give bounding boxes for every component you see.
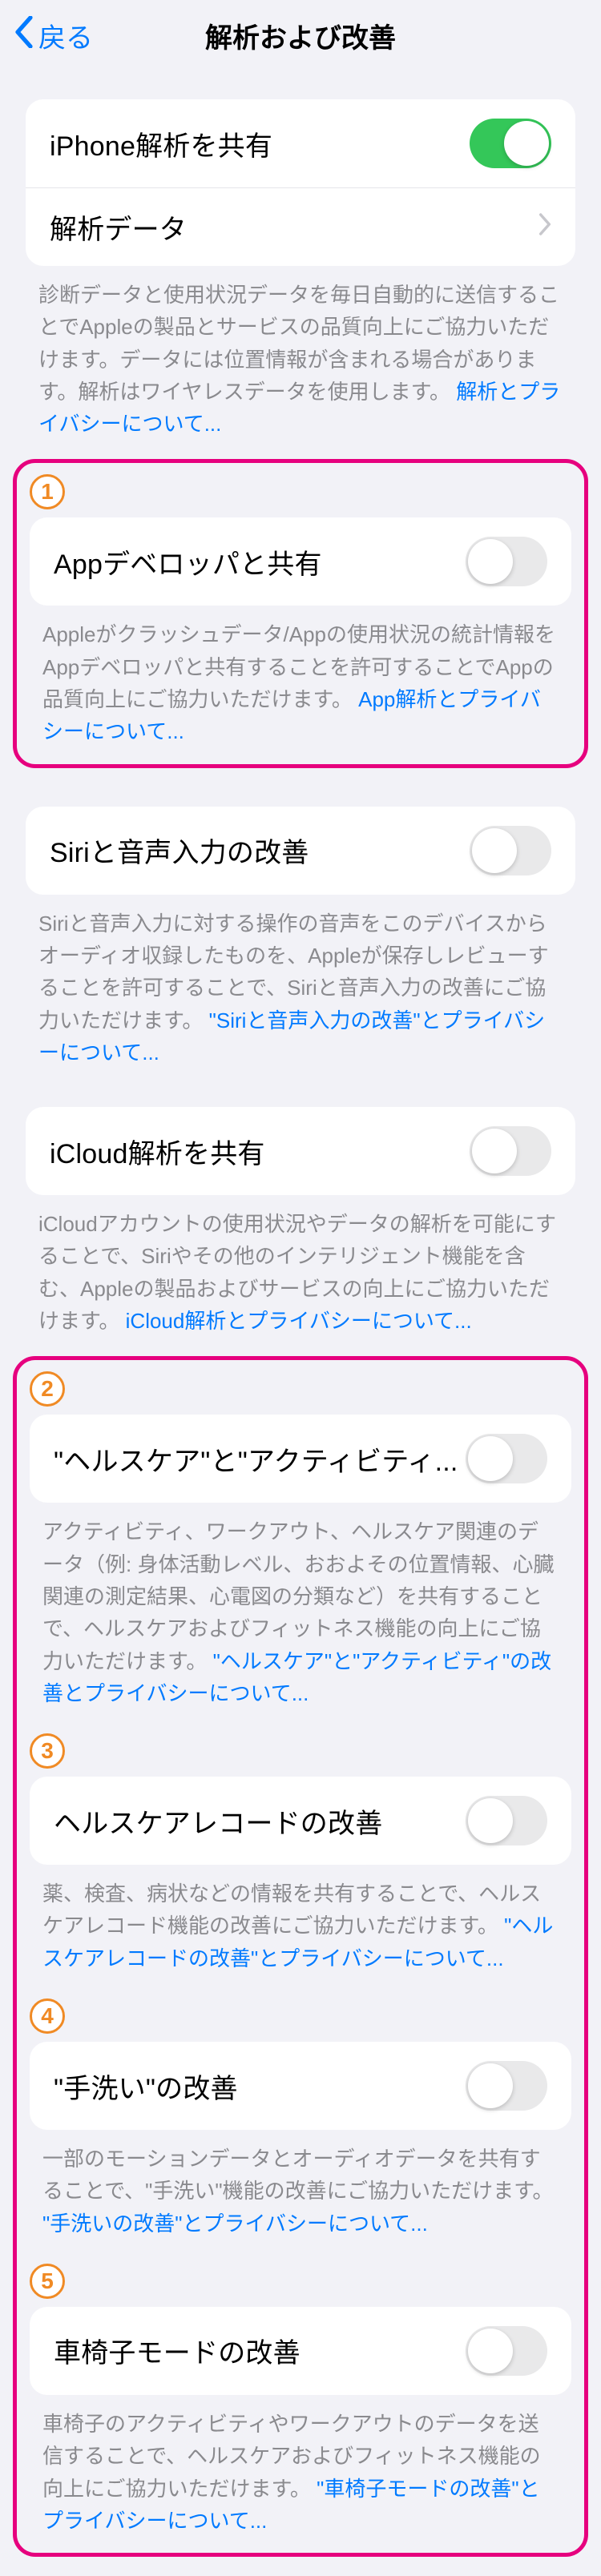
- row-icloud[interactable]: iCloud解析を共有: [26, 1107, 575, 1195]
- callout-badge: 4: [30, 1998, 65, 2034]
- link-handwash-privacy[interactable]: "手洗いの改善"とプライバシーについて...: [42, 2212, 428, 2236]
- group-handwashing: "手洗い"の改善: [30, 2042, 571, 2130]
- footer-text: 一部のモーションデータとオーディオデータを共有することで、"手洗い"機能の改善に…: [42, 2147, 554, 2203]
- callout-2-5: 2 "ヘルスケア"と"アクティビティ... アクティビティ、ワークアウト、ヘルス…: [13, 1356, 588, 2557]
- back-button[interactable]: 戻る: [0, 16, 93, 55]
- row-siri[interactable]: Siriと音声入力の改善: [26, 807, 575, 895]
- toggle-icloud[interactable]: [470, 1126, 551, 1176]
- toggle-app-developer[interactable]: [466, 537, 547, 586]
- row-label: iPhone解析を共有: [50, 124, 470, 163]
- callout-badge: 2: [30, 1371, 65, 1407]
- row-label: 車椅子モードの改善: [54, 2331, 466, 2370]
- callout-1: 1 Appデベロッパと共有 Appleがクラッシュデータ/Appの使用状況の統計…: [13, 459, 588, 767]
- row-handwashing[interactable]: "手洗い"の改善: [30, 2042, 571, 2130]
- group-health-activity: "ヘルスケア"と"アクティビティ...: [30, 1415, 571, 1503]
- row-label: 解析データ: [50, 207, 538, 247]
- row-wheelchair[interactable]: 車椅子モードの改善: [30, 2307, 571, 2395]
- group-wheelchair: 車椅子モードの改善: [30, 2307, 571, 2395]
- row-label: "手洗い"の改善: [54, 2067, 466, 2106]
- group-siri: Siriと音声入力の改善: [26, 807, 575, 895]
- footer-share-iphone: 診断データと使用状況データを毎日自動的に送信することでAppleの製品とサービス…: [0, 266, 601, 440]
- row-label: "ヘルスケア"と"アクティビティ...: [54, 1439, 466, 1479]
- back-label: 戻る: [38, 16, 93, 55]
- callout-badge: 1: [30, 474, 65, 509]
- footer-handwashing: 一部のモーションデータとオーディオデータを共有することで、"手洗い"機能の改善に…: [17, 2130, 584, 2240]
- link-icloud-privacy[interactable]: iCloud解析とプライバシーについて...: [126, 1309, 472, 1333]
- callout-badge: 3: [30, 1733, 65, 1769]
- footer-health-activity: アクティビティ、ワークアウト、ヘルスケア関連のデータ（例: 身体活動レベル、おお…: [17, 1503, 584, 1709]
- group-share-iphone: iPhone解析を共有 解析データ: [26, 99, 575, 266]
- row-health-records[interactable]: ヘルスケアレコードの改善: [30, 1777, 571, 1865]
- toggle-siri[interactable]: [470, 826, 551, 875]
- row-label: Siriと音声入力の改善: [50, 831, 470, 870]
- group-icloud: iCloud解析を共有: [26, 1107, 575, 1195]
- footer-text: 薬、検査、病状などの情報を共有することで、ヘルスケアレコード機能の改善にご協力い…: [42, 1882, 541, 1938]
- group-app-developer: Appデベロッパと共有: [30, 517, 571, 606]
- footer-wheelchair: 車椅子のアクティビティやワークアウトのデータを送信することで、ヘルスケアおよびフ…: [17, 2395, 584, 2537]
- row-share-iphone[interactable]: iPhone解析を共有: [26, 99, 575, 187]
- row-label: Appデベロッパと共有: [54, 542, 466, 582]
- footer-siri: Siriと音声入力に対する操作の音声をこのデバイスからオーディオ収録したものを、…: [0, 895, 601, 1069]
- toggle-share-iphone[interactable]: [470, 119, 551, 168]
- toggle-handwashing[interactable]: [466, 2061, 547, 2111]
- chevron-right-icon: [538, 213, 551, 241]
- row-health-activity[interactable]: "ヘルスケア"と"アクティビティ...: [30, 1415, 571, 1503]
- chevron-left-icon: [14, 16, 38, 55]
- footer-app-developer: Appleがクラッシュデータ/Appの使用状況の統計情報をAppデベロッパと共有…: [17, 606, 584, 747]
- footer-health-records: 薬、検査、病状などの情報を共有することで、ヘルスケアレコード機能の改善にご協力い…: [17, 1865, 584, 1974]
- row-label: iCloud解析を共有: [50, 1132, 470, 1171]
- footer-icloud: iCloudアカウントの使用状況やデータの解析を可能にすることで、Siriやその…: [0, 1195, 601, 1337]
- callout-badge: 5: [30, 2264, 65, 2299]
- toggle-wheelchair[interactable]: [466, 2326, 547, 2376]
- toggle-health-records[interactable]: [466, 1796, 547, 1845]
- toggle-health-activity[interactable]: [466, 1434, 547, 1483]
- nav-bar: 戻る 解析および改善: [0, 0, 601, 70]
- row-app-developer[interactable]: Appデベロッパと共有: [30, 517, 571, 606]
- row-analytics-data[interactable]: 解析データ: [26, 187, 575, 266]
- row-label: ヘルスケアレコードの改善: [54, 1801, 466, 1841]
- group-health-records: ヘルスケアレコードの改善: [30, 1777, 571, 1865]
